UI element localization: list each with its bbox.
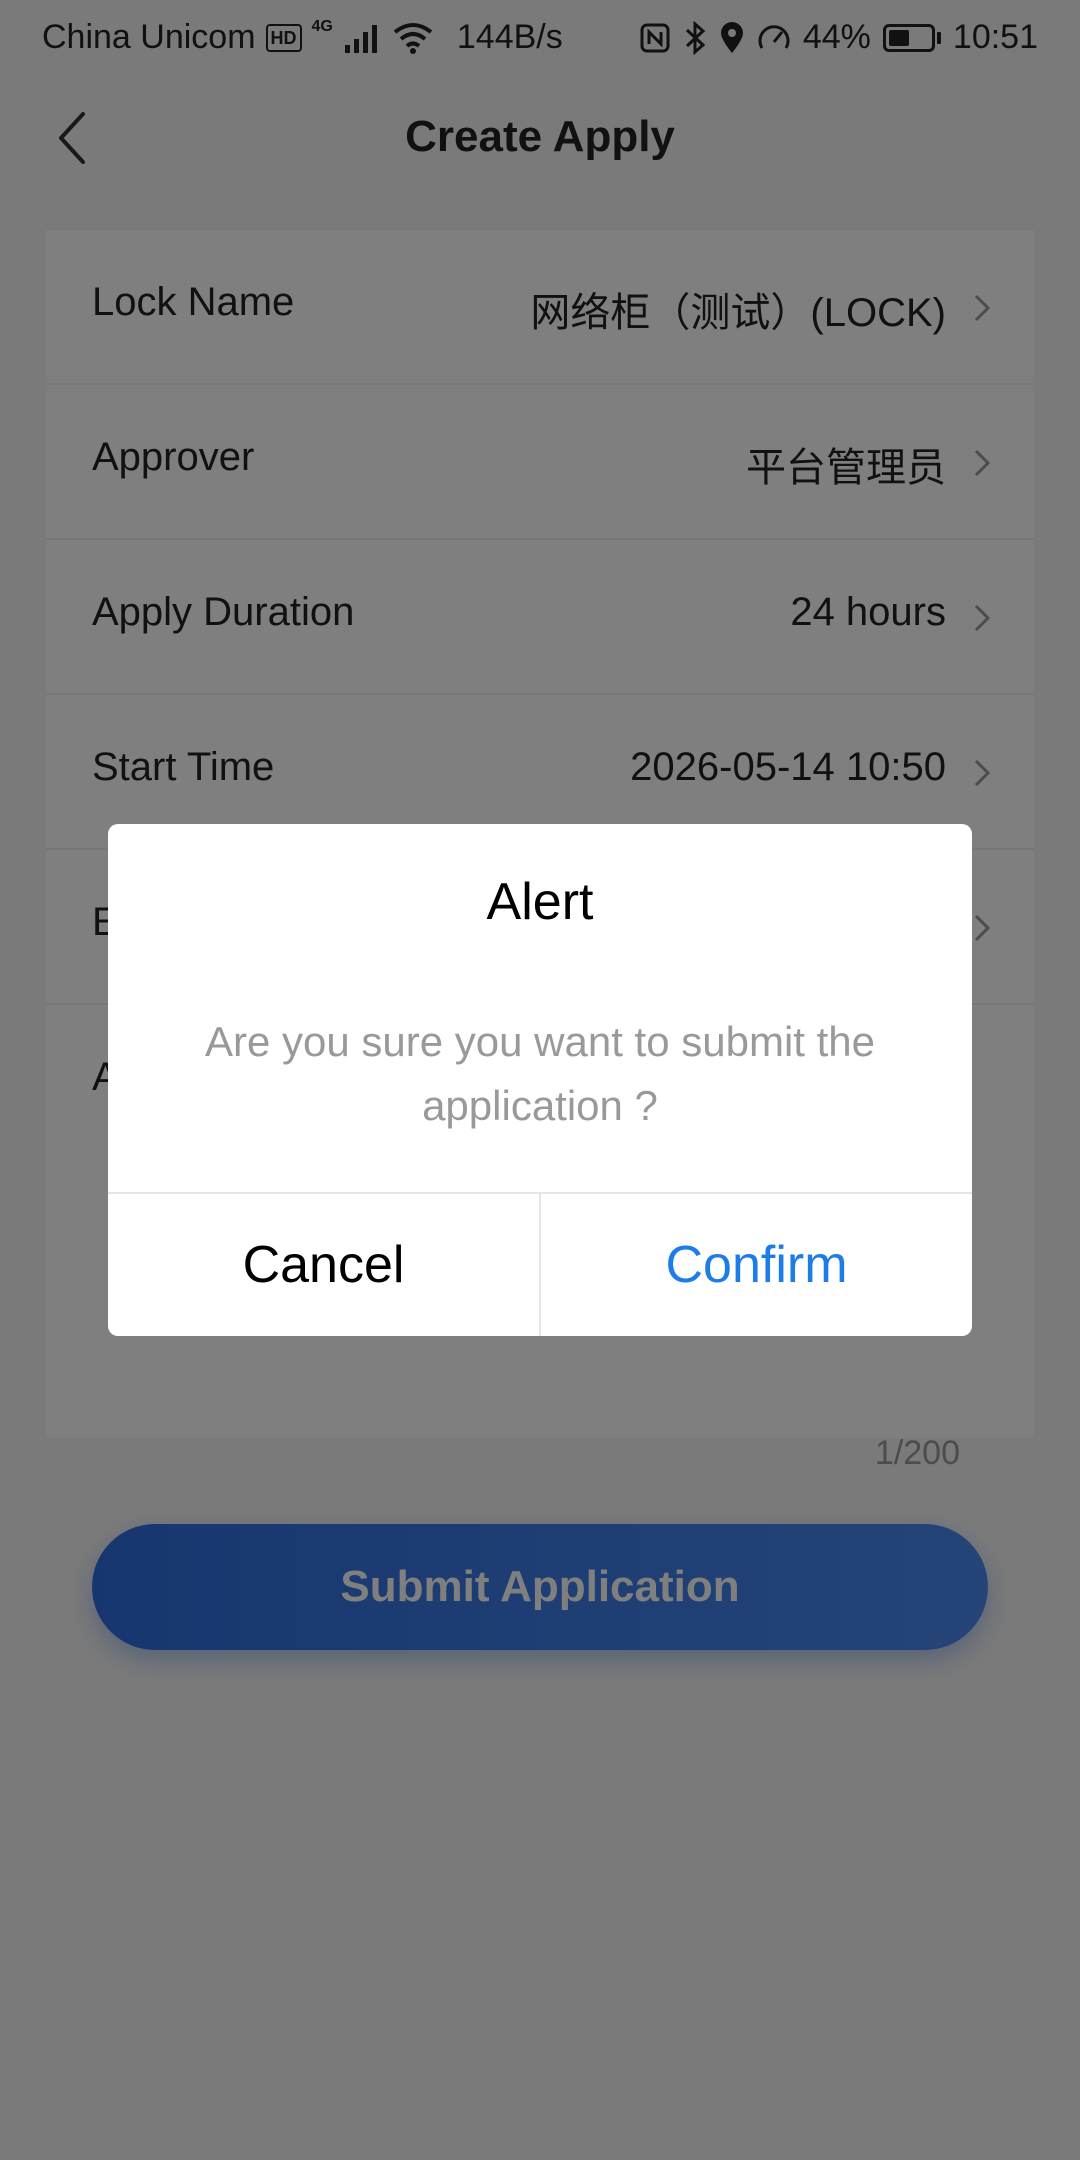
cancel-button[interactable]: Cancel [108,1194,541,1336]
confirm-button[interactable]: Confirm [541,1194,972,1336]
alert-dialog: Alert Are you sure you want to submit th… [108,824,972,1336]
dialog-message: Are you sure you want to submit the appl… [204,1018,875,1129]
dialog-actions: Cancel Confirm [108,1192,972,1336]
create-apply-screen: China Unicom HD 4G 144B/s [0,0,1080,2160]
dialog-title: Alert [486,873,594,931]
